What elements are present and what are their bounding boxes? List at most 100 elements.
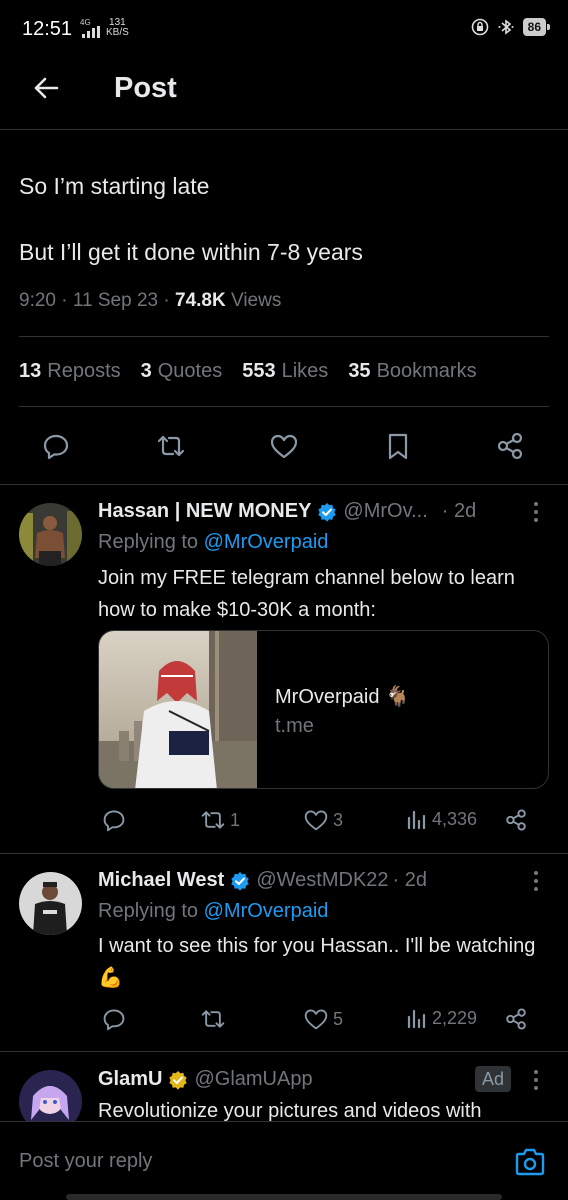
more-options-button[interactable] [528, 869, 544, 893]
bookmark-button[interactable] [376, 424, 420, 468]
verified-icon [169, 1070, 188, 1090]
views-count: 74.8K [175, 290, 226, 311]
like-icon [304, 810, 328, 831]
reply-action-bar: 5 2,229 [98, 1007, 538, 1035]
reply-header: Hassan | NEW MONEY @MrOv... · 2d [98, 500, 476, 523]
repost-icon [201, 811, 225, 829]
replying-to: Replying to @MrOverpaid [98, 531, 328, 554]
avatar-image [19, 503, 82, 566]
more-options-button[interactable] [528, 1068, 544, 1092]
replying-prefix: Replying to [98, 531, 199, 553]
link-card-domain: t.me [275, 715, 314, 737]
ad-badge: Ad [475, 1066, 511, 1092]
share-button[interactable] [488, 424, 532, 468]
post-text-line-1: So I’m starting late [19, 173, 210, 199]
views-count: 2,229 [432, 1007, 478, 1028]
stat-label: Likes [281, 360, 329, 382]
reply-author-handle: @WestMDK22 [256, 869, 389, 891]
replying-to: Replying to @MrOverpaid [98, 900, 328, 923]
stat-likes[interactable]: 553 Likes [242, 360, 328, 383]
stat-label: Reposts [47, 360, 121, 382]
avatar[interactable] [19, 872, 82, 935]
avatar-image [19, 872, 82, 935]
avatar[interactable] [19, 503, 82, 566]
status-bar: 12:51 4G 131 KB/S 86 [0, 0, 568, 60]
status-time: 12:51 [22, 18, 73, 40]
reply-icon [103, 1009, 125, 1031]
divider [0, 1051, 568, 1052]
replying-prefix: Replying to [98, 900, 199, 922]
post-time: 9:20 [19, 290, 56, 311]
more-options-button[interactable] [528, 500, 544, 524]
lock-rotation-icon [471, 18, 488, 36]
reply-icon [103, 810, 125, 832]
bookmark-icon [388, 433, 408, 460]
share-button[interactable] [504, 1007, 528, 1031]
views-count: 4,336 [432, 808, 478, 829]
stat-quotes[interactable]: 3 Quotes [141, 360, 223, 383]
repost-button[interactable] [200, 1007, 230, 1031]
reply-button[interactable] [102, 808, 126, 832]
like-button[interactable]: 5 [303, 1007, 343, 1031]
reply-author-handle: @MrOv... [343, 500, 428, 522]
like-icon [270, 434, 298, 459]
link-card-image [99, 631, 257, 788]
divider [19, 406, 549, 407]
reply-action-bar: 1 3 4,336 [98, 808, 538, 836]
signal-icon [82, 26, 100, 38]
camera-button[interactable] [510, 1142, 550, 1182]
bluetooth-icon [498, 19, 514, 35]
reply-button[interactable] [34, 424, 78, 468]
reply-time: · 2d [441, 500, 477, 522]
reply-author-name[interactable]: GlamU [98, 1068, 162, 1091]
replying-to-link[interactable]: @MrOverpaid [204, 531, 329, 553]
stat-bookmarks[interactable]: 35 Bookmarks [348, 360, 476, 383]
top-app-bar: Post [0, 60, 568, 130]
stat-label: Bookmarks [376, 360, 477, 382]
reply-author-name[interactable]: Hassan | NEW MONEY [98, 500, 311, 523]
stat-reposts[interactable]: 13 Reposts [19, 360, 121, 383]
link-card[interactable]: MrOverpaid 🐐 t.me [98, 630, 549, 789]
views-button[interactable]: 2,229 [406, 1007, 477, 1029]
views-label: Views [230, 290, 282, 311]
reply-composer-bar [0, 1121, 568, 1200]
like-count: 5 [333, 1008, 344, 1029]
home-indicator [66, 1194, 502, 1200]
link-card-title: MrOverpaid 🐐 [275, 686, 410, 708]
more-icon [534, 1070, 538, 1090]
reply-text: I want to see this for you Hassan.. I'll… [98, 935, 536, 989]
reply-author-name[interactable]: Michael West [98, 869, 224, 892]
reply-button[interactable] [102, 1007, 126, 1031]
reply-input[interactable] [19, 1150, 459, 1173]
repost-button[interactable] [149, 424, 193, 468]
post-action-bar [0, 424, 568, 468]
replying-to-link[interactable]: @MrOverpaid [204, 900, 329, 922]
reply-time: · 2d [392, 869, 427, 891]
camera-icon [515, 1148, 545, 1176]
stat-count: 13 [19, 360, 42, 382]
more-icon [534, 871, 538, 891]
reply-text: Join my FREE telegram channel below to l… [98, 567, 515, 621]
battery-indicator: 86 [522, 18, 551, 36]
stat-label: Quotes [157, 360, 223, 382]
like-icon [304, 1009, 328, 1030]
reply-author-handle: @GlamUApp [194, 1068, 313, 1090]
like-button[interactable]: 3 [303, 808, 343, 832]
post-meta: 9:20 · 11 Sep 23 · 74.8K Views [19, 290, 282, 311]
repost-count: 1 [230, 809, 241, 830]
post-date: 11 Sep 23 [72, 290, 159, 311]
speed-unit: KB/S [106, 27, 129, 38]
back-button[interactable] [26, 68, 66, 108]
repost-button[interactable]: 1 [200, 808, 240, 832]
share-button[interactable] [504, 808, 528, 832]
views-button[interactable]: 4,336 [406, 808, 477, 830]
reply-header: Michael West @WestMDK22 · 2d [98, 869, 427, 892]
like-button[interactable] [262, 424, 306, 468]
verified-icon [231, 871, 250, 891]
views-icon [407, 810, 426, 830]
page-title: Post [114, 72, 177, 104]
like-count: 3 [333, 809, 344, 830]
stat-count: 3 [140, 360, 152, 382]
back-arrow-icon [34, 77, 59, 99]
network-speed: 131 KB/S [106, 18, 129, 38]
